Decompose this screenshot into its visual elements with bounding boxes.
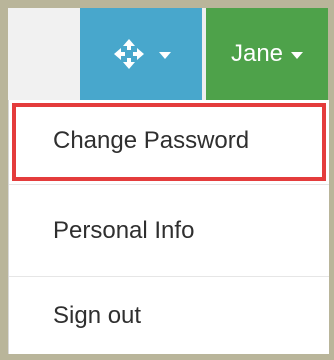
user-dropdown-menu: Change Password Personal Info Sign out — [8, 100, 329, 354]
menu-item-sign-out[interactable]: Sign out — [9, 276, 329, 354]
frame-border-top — [0, 0, 334, 8]
frame-border-left — [0, 0, 8, 360]
screenshot-frame: Jane Change Password Personal Info Sign … — [0, 0, 334, 360]
menu-item-label: Personal Info — [53, 216, 195, 244]
chevron-down-icon — [291, 51, 304, 59]
recycle-settings-icon — [111, 36, 147, 72]
navbar-empty-area — [8, 8, 81, 100]
menu-item-label: Sign out — [53, 301, 142, 329]
settings-dropdown-button[interactable] — [80, 8, 202, 100]
chevron-down-icon — [159, 51, 171, 59]
menu-item-change-password[interactable]: Change Password — [9, 100, 329, 182]
frame-border-bottom — [0, 354, 334, 360]
menu-item-label: Change Password — [53, 127, 250, 154]
user-menu-button[interactable]: Jane — [206, 8, 328, 100]
user-name-label: Jane — [230, 40, 284, 67]
menu-item-personal-info[interactable]: Personal Info — [9, 184, 329, 276]
top-navbar: Jane — [8, 8, 328, 100]
